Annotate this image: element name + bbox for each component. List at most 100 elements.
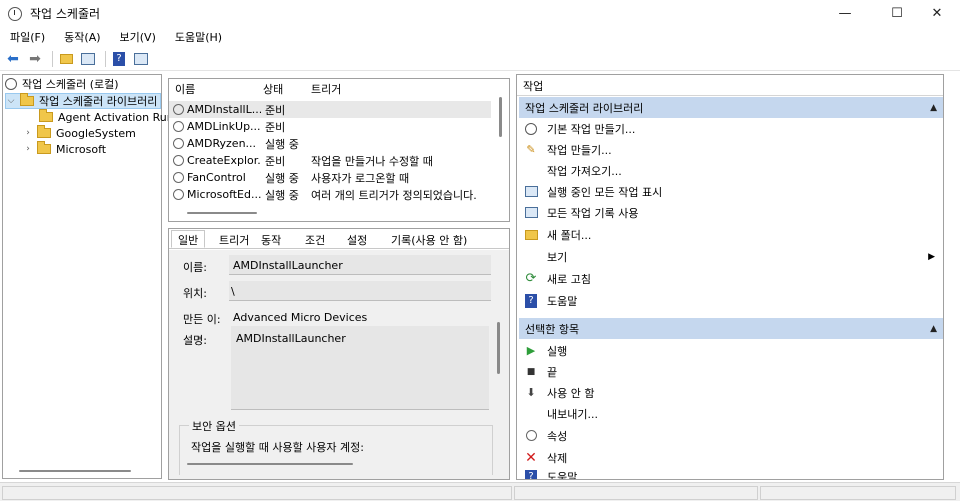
tab-actions[interactable]: 동작: [255, 231, 287, 249]
action-new-folder[interactable]: 새 폴더...: [519, 224, 943, 245]
tree-item-googlesystem[interactable]: › GoogleSystem: [23, 125, 136, 141]
collapse-icon[interactable]: ▲: [930, 103, 937, 113]
task-name: AMDLinkUp...: [187, 120, 261, 133]
toolbar: ⬅ ➡ ?: [0, 47, 960, 71]
tab-conditions[interactable]: 조건: [299, 231, 331, 249]
show-tree-button[interactable]: [79, 50, 97, 68]
action-label: 새 폴더...: [547, 228, 592, 242]
task-trigger: 작업을 만들거나 수정할 때: [311, 154, 433, 168]
action-label: 끝: [547, 365, 558, 379]
tree-root[interactable]: 작업 스케줄러 (로컬): [5, 76, 119, 92]
menu-help[interactable]: 도움말(H): [175, 29, 222, 45]
task-icon: [173, 155, 184, 166]
action-import-task[interactable]: 작업 가져오기...: [519, 160, 943, 181]
tab-triggers[interactable]: 트리거: [213, 231, 255, 249]
action-create-task[interactable]: ✎ 작업 만들기...: [519, 139, 943, 160]
tab-general[interactable]: 일반: [171, 230, 206, 248]
tree-root-label: 작업 스케줄러 (로컬): [22, 78, 119, 91]
action-end[interactable]: ■ 끝: [519, 361, 943, 382]
forward-button[interactable]: ➡: [26, 50, 44, 68]
collapse-icon[interactable]: ▲: [930, 324, 937, 334]
action-label: 작업 가져오기...: [547, 164, 622, 178]
task-name: AMDInstallL...: [187, 103, 261, 116]
column-status[interactable]: 상태: [263, 79, 283, 99]
action-display-running[interactable]: 실행 중인 모든 작업 표시: [519, 181, 943, 202]
tree-library[interactable]: ⌵ 작업 스케줄러 라이브러리: [5, 93, 161, 109]
task-status: 실행 중: [265, 171, 299, 185]
name-value: AMDInstallLauncher: [233, 259, 343, 272]
action-disable[interactable]: ⬇ 사용 안 함: [519, 382, 943, 403]
table-row[interactable]: MicrosoftEd... 실행 중 여러 개의 트리거가 정의되었습니다.: [169, 186, 491, 203]
chevron-down-icon[interactable]: ⌵: [6, 96, 16, 106]
create-task-icon: ✎: [526, 143, 536, 156]
tree-item-label: Microsoft: [56, 142, 107, 156]
refresh-icon: ⟳: [525, 271, 537, 286]
action-delete[interactable]: ✕ 삭제: [519, 447, 943, 468]
action-label: 실행: [547, 344, 568, 358]
play-icon: ▶: [526, 344, 536, 357]
security-options-label: 보안 옵션: [189, 418, 239, 434]
action-label: 속성: [547, 429, 568, 443]
action-create-basic-task[interactable]: 기본 작업 만들기...: [519, 118, 943, 139]
back-button[interactable]: ⬅: [4, 50, 22, 68]
location-field[interactable]: [229, 281, 491, 301]
action-refresh[interactable]: ⟳ 새로 고침: [519, 268, 943, 289]
action-export[interactable]: 내보내기...: [519, 403, 943, 424]
author-label: 만든 이:: [183, 313, 221, 326]
blank-icon: [523, 249, 539, 265]
menu-action[interactable]: 동작(A): [64, 29, 100, 45]
table-row[interactable]: AMDLinkUp... 준비: [169, 118, 491, 135]
task-status: 준비: [265, 103, 286, 117]
column-trigger[interactable]: 트리거: [311, 79, 341, 99]
action-help-selected[interactable]: ? 도움말: [519, 469, 943, 479]
minimize-button[interactable]: —: [822, 0, 868, 27]
close-button[interactable]: ✕: [914, 0, 960, 27]
list-horizontal-scrollbar[interactable]: [187, 212, 257, 214]
help-icon: ?: [523, 469, 539, 479]
action-run[interactable]: ▶ 실행: [519, 340, 943, 361]
status-cell-2: [514, 486, 758, 500]
task-status: 실행 중: [265, 137, 299, 151]
down-arrow-icon: ⬇: [526, 386, 536, 399]
menu-file[interactable]: 파일(F): [10, 29, 45, 45]
chevron-right-icon[interactable]: ›: [23, 128, 33, 138]
table-row[interactable]: AMDRyzen... 실행 중: [169, 135, 491, 152]
task-detail-pane: 일반 트리거 동작 조건 설정 기록(사용 안 함) 이름: AMDInstal…: [168, 228, 510, 480]
action-pane: 작업 작업 스케줄러 라이브러리 ▲ 기본 작업 만들기... ✎ 작업 만들기…: [516, 74, 944, 480]
menu-view[interactable]: 보기(V): [120, 29, 156, 45]
action-help-library[interactable]: ? 도움말: [519, 290, 943, 311]
tab-history[interactable]: 기록(사용 안 함): [385, 231, 473, 249]
section-selected-item[interactable]: 선택한 항목 ▲: [519, 318, 943, 339]
status-cell-3: [760, 486, 956, 500]
detail-vertical-scrollbar[interactable]: [497, 322, 500, 374]
task-trigger: 여러 개의 트리거가 정의되었습니다.: [311, 188, 477, 202]
tree-horizontal-scrollbar[interactable]: [19, 470, 131, 472]
action-properties[interactable]: 속성: [519, 425, 943, 446]
description-label: 설명:: [183, 334, 207, 347]
task-status: 준비: [265, 154, 286, 168]
table-row[interactable]: CreateExplor... 준비 작업을 만들거나 수정할 때: [169, 152, 491, 169]
action-view[interactable]: 보기 ▶: [519, 246, 943, 267]
tab-settings[interactable]: 설정: [341, 231, 373, 249]
table-row[interactable]: AMDInstallL... 준비: [169, 101, 491, 118]
description-value: AMDInstallLauncher: [236, 332, 346, 345]
delete-x-icon: ✕: [525, 449, 537, 466]
detail-horizontal-scrollbar[interactable]: [187, 463, 353, 465]
list-vertical-scrollbar[interactable]: [499, 97, 502, 137]
action-pane-button[interactable]: [132, 50, 150, 68]
blank-icon: [523, 163, 539, 179]
column-name[interactable]: 이름: [175, 79, 195, 99]
chevron-right-icon[interactable]: ›: [23, 144, 33, 154]
section-library[interactable]: 작업 스케줄러 라이브러리 ▲: [519, 97, 943, 118]
action-label: 실행 중인 모든 작업 표시: [547, 185, 663, 199]
tree-item-microsoft[interactable]: › Microsoft: [23, 141, 106, 157]
task-name: FanControl: [187, 171, 246, 184]
table-row[interactable]: FanControl 실행 중 사용자가 로그온할 때: [169, 169, 491, 186]
help-button[interactable]: ?: [110, 50, 128, 68]
action-label: 도움말: [547, 294, 578, 308]
up-folder-button[interactable]: [57, 50, 75, 68]
properties-icon: [523, 428, 539, 444]
action-enable-history[interactable]: 모든 작업 기록 사용: [519, 202, 943, 223]
detail-tabs: 일반 트리거 동작 조건 설정 기록(사용 안 함): [169, 229, 509, 249]
section-library-label: 작업 스케줄러 라이브러리: [525, 101, 644, 115]
